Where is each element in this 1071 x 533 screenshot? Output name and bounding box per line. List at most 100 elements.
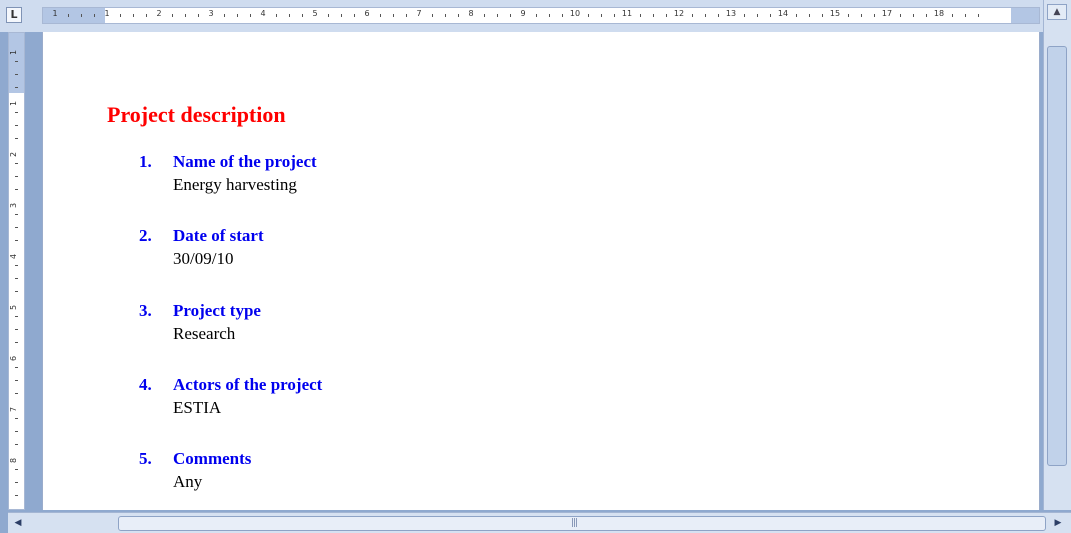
ruler-number: 5 bbox=[9, 304, 19, 311]
ruler-number: 9 bbox=[520, 9, 526, 18]
ruler-tick bbox=[354, 14, 355, 17]
ruler-tick bbox=[874, 14, 875, 17]
ruler-tick bbox=[289, 14, 290, 17]
ruler-tick bbox=[15, 214, 18, 215]
vertical-scrollbar[interactable]: ▲ bbox=[1043, 0, 1071, 510]
ruler-tick bbox=[15, 469, 18, 470]
scroll-right-arrow-icon[interactable]: ▶ bbox=[1050, 516, 1066, 530]
scroll-left-arrow-icon[interactable]: ◀ bbox=[10, 516, 26, 530]
horizontal-ruler[interactable]: 1 1 2 3 4 5 6 7 8 9 10 11 12 13 14 15 17 18 bbox=[42, 7, 1040, 24]
list-number: 5. bbox=[139, 449, 152, 468]
list-number: 1. bbox=[139, 152, 152, 171]
ruler-tick bbox=[15, 240, 18, 241]
ruler-number: 15 bbox=[829, 9, 841, 18]
ruler-tick bbox=[15, 112, 18, 113]
ruler-tick bbox=[15, 87, 18, 88]
ruler-number: 7 bbox=[416, 9, 422, 18]
ruler-tick bbox=[15, 278, 18, 279]
ruler-tick bbox=[15, 367, 18, 368]
ruler-tick bbox=[744, 14, 745, 17]
ruler-tick bbox=[185, 14, 186, 17]
scroll-up-arrow-icon[interactable]: ▲ bbox=[1047, 4, 1067, 20]
ruler-number: 2 bbox=[156, 9, 162, 18]
list-value: 30/09/10 bbox=[173, 249, 234, 268]
list-heading: Actors of the project bbox=[173, 375, 323, 394]
ruler-tick bbox=[15, 482, 18, 483]
ruler-tick bbox=[15, 393, 18, 394]
list-heading: Project type bbox=[173, 301, 261, 320]
ruler-tick bbox=[237, 14, 238, 17]
ruler-tick bbox=[393, 14, 394, 17]
ruler-tick bbox=[510, 14, 511, 17]
ruler-number: 1 bbox=[52, 9, 58, 18]
ruler-number: 7 bbox=[9, 406, 19, 413]
ruler-tick bbox=[15, 74, 18, 75]
ruler-tick bbox=[302, 14, 303, 17]
list-value: Energy harvesting bbox=[173, 175, 297, 194]
ruler-tick bbox=[497, 14, 498, 17]
ruler-tick bbox=[250, 14, 251, 17]
grip-icon: ||| bbox=[571, 518, 578, 528]
ruler-number: 18 bbox=[933, 9, 945, 18]
ruler-tick bbox=[198, 14, 199, 17]
list-value: Research bbox=[173, 324, 236, 343]
ruler-tick bbox=[15, 125, 18, 126]
tab-selector-button[interactable]: L bbox=[6, 7, 22, 23]
ruler-number: 11 bbox=[621, 9, 633, 18]
ruler-tick bbox=[15, 495, 18, 496]
ruler-tick bbox=[965, 14, 966, 17]
ruler-tick bbox=[15, 176, 18, 177]
ruler-number: 12 bbox=[673, 9, 685, 18]
ruler-number: 4 bbox=[260, 9, 266, 18]
ruler-tick bbox=[653, 14, 654, 17]
ruler-tick bbox=[15, 227, 18, 228]
horizontal-scrollbar[interactable]: ◀ ||| ▶ bbox=[8, 512, 1071, 533]
ruler-tick bbox=[15, 189, 18, 190]
ruler-number: 13 bbox=[725, 9, 737, 18]
document-title: Project description bbox=[107, 102, 286, 127]
ruler-tick bbox=[666, 14, 667, 17]
ruler-tick bbox=[380, 14, 381, 17]
ruler-tick bbox=[15, 418, 18, 419]
ruler-tick bbox=[15, 444, 18, 445]
vertical-ruler[interactable]: 1 1 2 3 4 5 6 7 8 bbox=[8, 32, 25, 510]
ruler-tick bbox=[640, 14, 641, 17]
ruler-tick bbox=[68, 14, 69, 17]
ruler-tick bbox=[549, 14, 550, 17]
ruler-number: 3 bbox=[9, 202, 19, 209]
ruler-tick bbox=[809, 14, 810, 17]
ruler-tick bbox=[952, 14, 953, 17]
ruler-tick bbox=[432, 14, 433, 17]
ruler-tick bbox=[614, 14, 615, 17]
ruler-tick bbox=[692, 14, 693, 17]
ruler-tick bbox=[15, 329, 18, 330]
ruler-number: 2 bbox=[9, 151, 19, 158]
document-page[interactable]: Project description 1. Name of the proje… bbox=[42, 32, 1040, 510]
ruler-tick bbox=[15, 291, 18, 292]
ruler-tick bbox=[15, 342, 18, 343]
ruler-tick bbox=[15, 265, 18, 266]
ruler-tick bbox=[458, 14, 459, 17]
ruler-tick bbox=[796, 14, 797, 17]
list-number: 2. bbox=[139, 226, 152, 245]
ruler-number: 17 bbox=[881, 9, 893, 18]
ruler-tick bbox=[926, 14, 927, 17]
ruler-number: 1 bbox=[104, 9, 110, 18]
list-number: 3. bbox=[139, 301, 152, 320]
ruler-number: 5 bbox=[312, 9, 318, 18]
ruler-tick bbox=[900, 14, 901, 17]
horizontal-scroll-thumb[interactable]: ||| bbox=[118, 516, 1046, 531]
ruler-number: 3 bbox=[208, 9, 214, 18]
ruler-tick bbox=[15, 380, 18, 381]
ruler-tick bbox=[15, 163, 18, 164]
vertical-scroll-thumb[interactable] bbox=[1047, 46, 1067, 466]
ruler-tick bbox=[406, 14, 407, 17]
ruler-tick bbox=[861, 14, 862, 17]
ruler-tick bbox=[15, 61, 18, 62]
ruler-number: 8 bbox=[468, 9, 474, 18]
ruler-number: 8 bbox=[9, 457, 19, 464]
ruler-tick bbox=[588, 14, 589, 17]
ruler-number: 14 bbox=[777, 9, 789, 18]
ruler-tick bbox=[224, 14, 225, 17]
list-heading: Name of the project bbox=[173, 152, 317, 171]
